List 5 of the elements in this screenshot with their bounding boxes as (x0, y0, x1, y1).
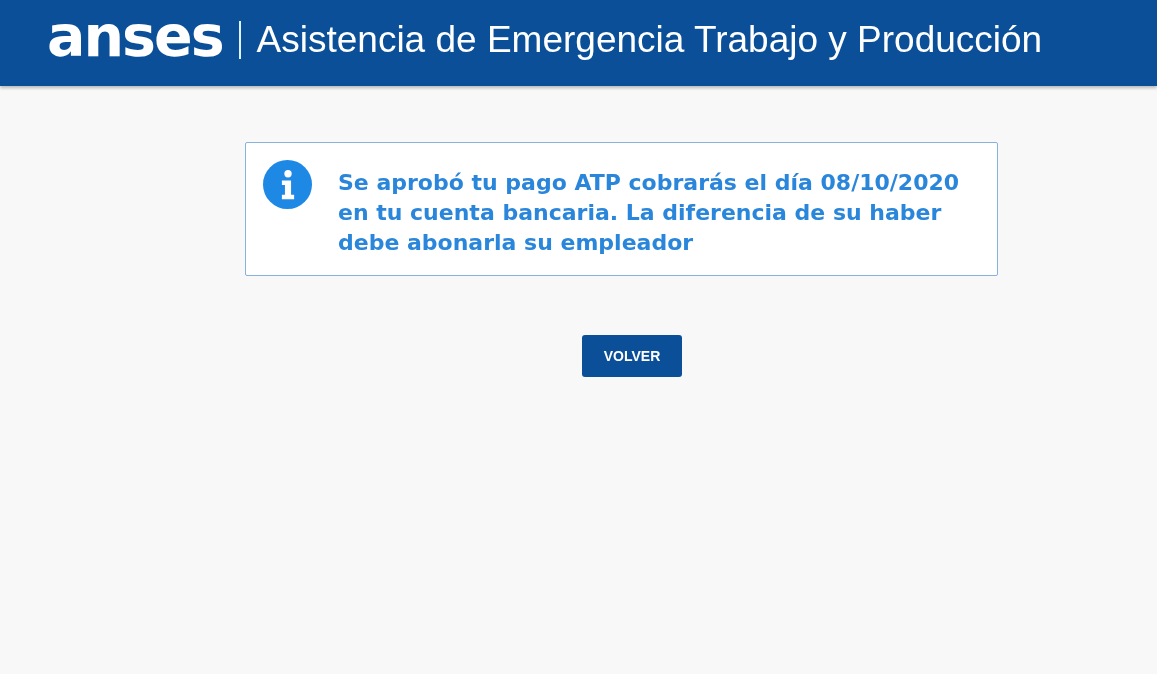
page-title: Asistencia de Emergencia Trabajo y Producción (256, 20, 1043, 58)
back-button[interactable]: VOLVER (581, 335, 683, 377)
info-icon (263, 160, 312, 209)
alert-message: Se aprobó tu pago ATP cobrarás el día 08/10/2020 en tu cuenta bancaria. La diferencia de su haber debe abonarla su empleador (338, 169, 961, 257)
logo: anses (47, 7, 223, 65)
